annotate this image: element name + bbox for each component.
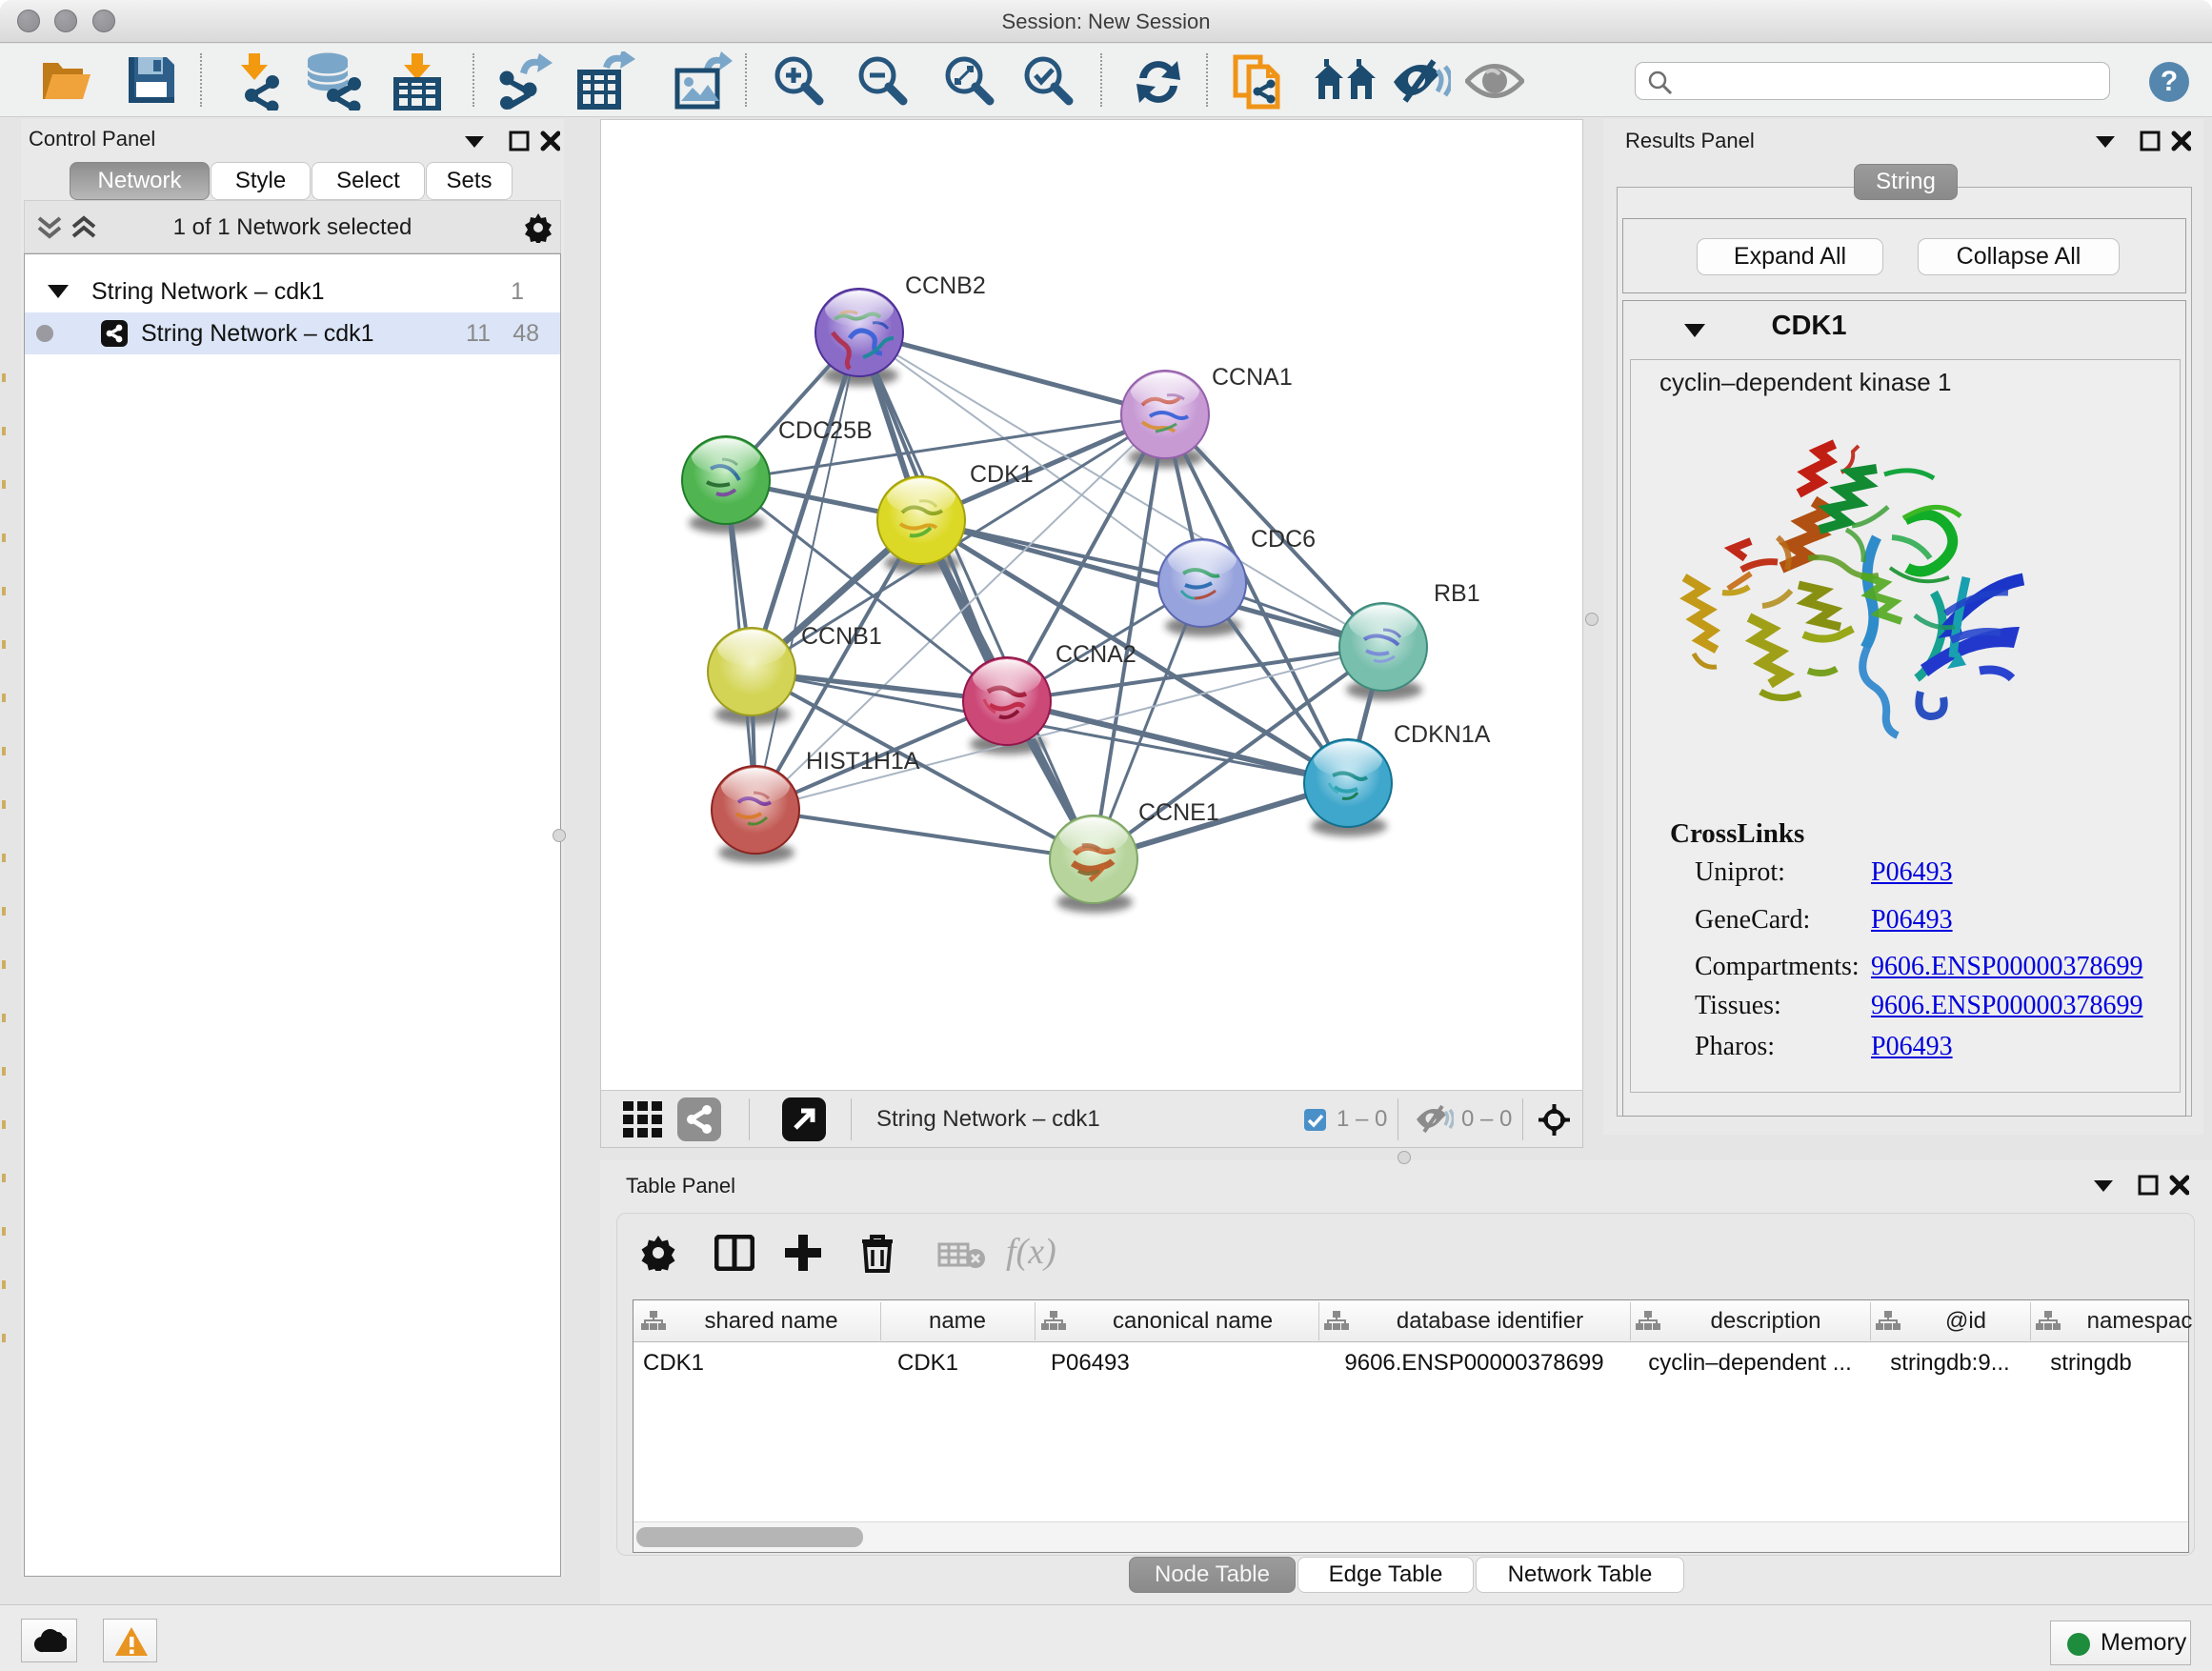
svg-text:CCNA1: CCNA1 (1212, 364, 1293, 391)
svg-text:CDC6: CDC6 (1251, 526, 1316, 553)
svg-text:HIST1H1A: HIST1H1A (806, 748, 920, 775)
svg-text:CCNB2: CCNB2 (905, 272, 986, 299)
svg-text:CDK1: CDK1 (970, 461, 1034, 488)
svg-text:CCNB1: CCNB1 (801, 623, 882, 650)
svg-text:CCNE1: CCNE1 (1138, 799, 1219, 826)
svg-text:CCNA2: CCNA2 (1056, 641, 1136, 668)
svg-text:CDC25B: CDC25B (778, 417, 873, 444)
svg-text:RB1: RB1 (1434, 580, 1480, 607)
svg-text:CDKN1A: CDKN1A (1394, 721, 1491, 748)
